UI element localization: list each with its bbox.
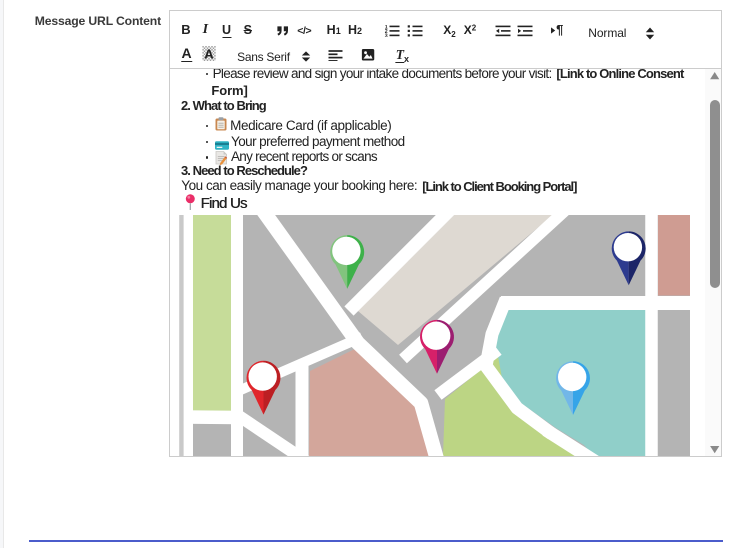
svg-text:3: 3 bbox=[385, 33, 388, 36]
svg-text:A: A bbox=[205, 47, 215, 62]
